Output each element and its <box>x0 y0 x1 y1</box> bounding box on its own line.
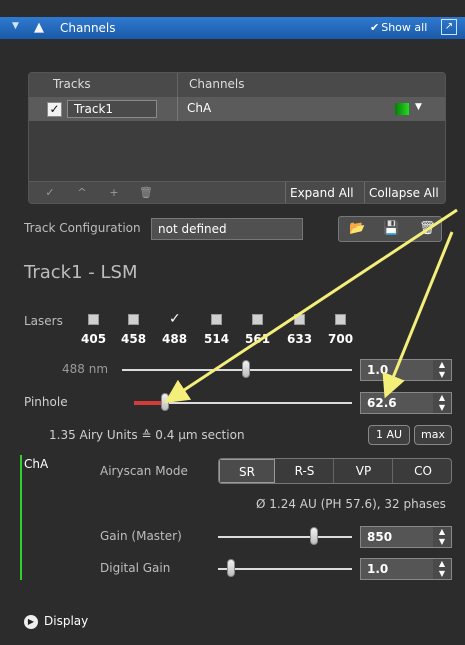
channel-color-bar <box>20 455 22 580</box>
show-all-toggle[interactable]: ✔ Show all <box>370 21 427 34</box>
laser-wavelength-label: 458 <box>121 332 147 346</box>
laser-checkbox-405[interactable] <box>88 314 99 325</box>
laser-wavelength-label: 514 <box>204 332 230 346</box>
check-icon[interactable]: ✓ <box>37 185 63 201</box>
airyscan-mode-selector: SR R-S VP CO <box>218 458 452 484</box>
gain-slider-track[interactable] <box>218 536 352 538</box>
collapse-icon[interactable]: ▼ <box>12 21 19 31</box>
mode-sr-button[interactable]: SR <box>219 459 275 483</box>
tracks-column-header: Tracks <box>53 77 91 91</box>
laser-wavelength-label: 700 <box>328 332 354 346</box>
digital-gain-slider-thumb[interactable] <box>227 559 236 577</box>
one-au-button[interactable]: 1 AU <box>368 425 410 445</box>
laser-power-value[interactable]: 1.0 <box>367 363 388 377</box>
channels-panel: ▼ ▲ Channels ✔ Show all ↗ Tracks Channels… <box>0 0 465 645</box>
laser-wavelength-label: 488 <box>162 332 188 346</box>
spin-arrows-icon[interactable]: ▲ ▼ <box>433 559 451 579</box>
laser-checkbox-458[interactable] <box>128 314 139 325</box>
chevron-down-icon[interactable]: ▼ <box>415 102 422 112</box>
track-checkbox[interactable]: ✓ <box>47 102 62 117</box>
popout-icon[interactable]: ↗ <box>441 19 457 35</box>
laser-wavelength-label: 561 <box>245 332 271 346</box>
tracks-table: Tracks Channels ✓ Track1 ChA ▼ ✓ ^ + 🗑 E… <box>28 72 446 204</box>
spin-arrows-icon[interactable]: ▲ ▼ <box>433 360 451 380</box>
table-header: Tracks Channels <box>29 73 445 97</box>
track-config-field[interactable]: not defined <box>151 218 303 240</box>
laser-power-spinbox[interactable]: 1.0 ▲ ▼ <box>360 359 452 381</box>
track-config-label: Track Configuration <box>24 221 141 235</box>
play-circle-icon: ▶ <box>24 614 38 629</box>
laser-checkbox-700[interactable] <box>335 314 346 325</box>
channel-label: ChA <box>24 457 49 471</box>
digital-gain-value[interactable]: 1.0 <box>367 562 388 576</box>
spin-arrows-icon[interactable]: ▲ ▼ <box>433 393 451 413</box>
column-divider <box>177 97 178 121</box>
laser-wavelength-label: 633 <box>287 332 313 346</box>
folder-open-icon[interactable]: 📂 <box>349 221 365 236</box>
laser-power-slider-track[interactable] <box>122 369 352 371</box>
gain-value[interactable]: 850 <box>367 530 392 544</box>
pinhole-value[interactable]: 62.6 <box>367 396 397 410</box>
laser-line-label: 488 nm <box>62 362 109 376</box>
digital-gain-label: Digital Gain <box>100 561 171 575</box>
table-row[interactable]: ✓ Track1 ChA ▼ <box>29 97 445 121</box>
airyscan-mode-label: Airyscan Mode <box>100 464 188 478</box>
display-section-toggle[interactable]: ▶ Display <box>24 614 88 629</box>
move-up-icon[interactable]: ^ <box>69 185 95 201</box>
panel-title: Channels <box>60 21 116 35</box>
spin-arrows-icon[interactable]: ▲ ▼ <box>433 527 451 547</box>
max-button[interactable]: max <box>414 425 452 445</box>
channels-header[interactable]: ▼ ▲ Channels ✔ Show all ↗ <box>0 17 465 39</box>
mode-co-button[interactable]: CO <box>394 459 451 483</box>
digital-gain-spinbox[interactable]: 1.0 ▲ ▼ <box>360 558 452 580</box>
pinhole-diameter-text: Ø 1.24 AU (PH 57.6), 32 phases <box>256 497 446 511</box>
gain-slider-thumb[interactable] <box>310 527 319 545</box>
laser-checkbox-633[interactable] <box>294 314 305 325</box>
pinhole-spinbox[interactable]: 62.6 ▲ ▼ <box>360 392 452 414</box>
laser-checkbox-488[interactable]: ✓ <box>169 312 181 326</box>
lasers-label: Lasers <box>24 314 63 328</box>
column-divider <box>177 73 178 97</box>
warning-icon: ▲ <box>34 20 44 35</box>
laser-checkbox-514[interactable] <box>211 314 222 325</box>
display-label: Display <box>44 614 89 628</box>
table-footer: ✓ ^ + 🗑 Expand All Collapse All <box>29 181 445 203</box>
laser-checkbox-561[interactable] <box>252 314 263 325</box>
channels-column-header: Channels <box>189 77 245 91</box>
show-all-label: Show all <box>381 21 428 34</box>
delete-icon[interactable]: 🗑 <box>133 185 159 201</box>
delete-icon[interactable]: 🗑 <box>419 221 436 236</box>
gain-spinbox[interactable]: 850 ▲ ▼ <box>360 526 452 548</box>
gain-label: Gain (Master) <box>100 529 182 543</box>
laser-wavelength-label: 405 <box>81 332 107 346</box>
pinhole-slider-fill <box>134 401 165 405</box>
pinhole-label: Pinhole <box>24 395 68 409</box>
collapse-all-button[interactable]: Collapse All <box>364 182 443 203</box>
laser-power-slider-thumb[interactable] <box>242 360 251 378</box>
add-icon[interactable]: + <box>101 185 127 201</box>
mode-rs-button[interactable]: R-S <box>276 459 334 483</box>
track-title: Track1 - LSM <box>24 262 138 283</box>
channel-name: ChA <box>187 101 212 115</box>
save-icon[interactable]: 💾 <box>383 221 399 236</box>
track-config-buttons: 📂 💾 🗑 <box>338 216 442 242</box>
check-icon: ✔ <box>370 21 380 34</box>
channel-color-swatch[interactable] <box>395 103 409 115</box>
digital-gain-slider-track[interactable] <box>218 568 352 570</box>
airy-units-text: 1.35 Airy Units ≙ 0.4 µm section <box>49 428 245 442</box>
pinhole-slider-thumb[interactable] <box>160 393 169 411</box>
track-name-field[interactable]: Track1 <box>67 100 157 118</box>
mode-vp-button[interactable]: VP <box>335 459 393 483</box>
expand-all-button[interactable]: Expand All <box>285 182 358 203</box>
